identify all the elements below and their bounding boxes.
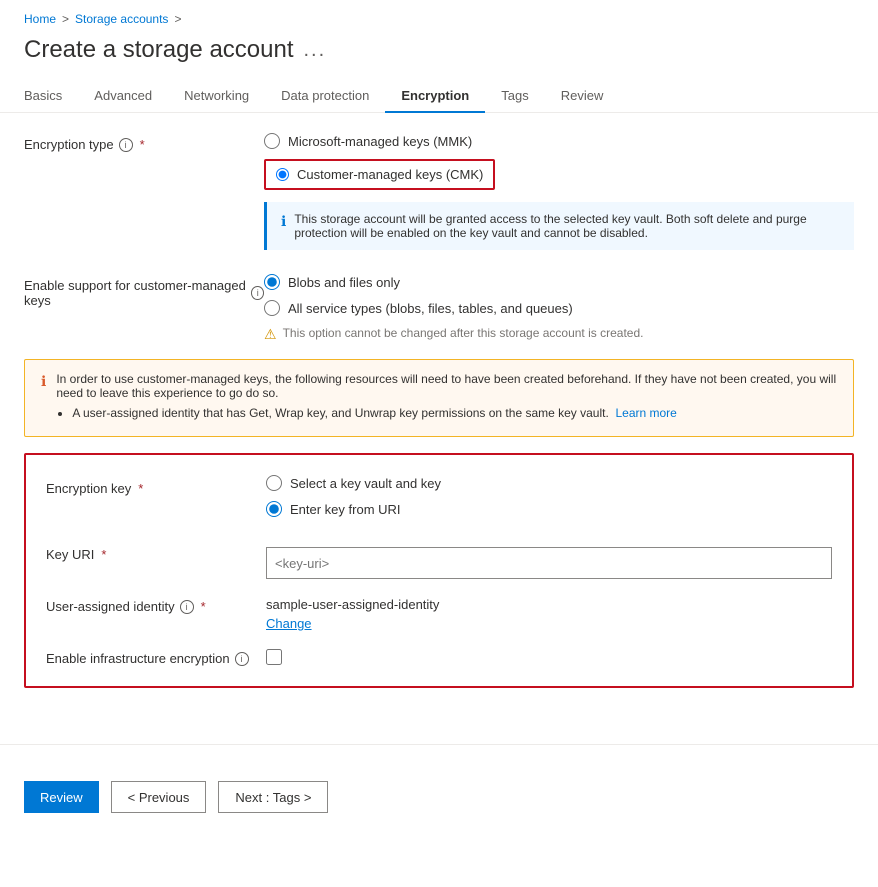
tab-networking[interactable]: Networking (168, 80, 265, 113)
select-vault-radio[interactable] (266, 475, 282, 491)
encryption-type-label: Encryption type i * (24, 133, 264, 152)
cmk-support-info-icon[interactable]: i (251, 286, 264, 300)
tabs-bar: Basics Advanced Networking Data protecti… (0, 80, 878, 113)
breadcrumb: Home > Storage accounts > (0, 0, 878, 32)
key-uri-input[interactable] (266, 547, 832, 579)
cmk-support-row: Enable support for customer-managed keys… (24, 274, 854, 343)
blobs-files-label[interactable]: Blobs and files only (288, 275, 400, 290)
encryption-type-controls: Microsoft-managed keys (MMK) Customer-ma… (264, 133, 854, 258)
cmk-label[interactable]: Customer-managed keys (CMK) (297, 167, 483, 182)
page-title-dots: ... (304, 39, 327, 62)
encryption-key-controls: Select a key vault and key Enter key fro… (266, 475, 832, 527)
cmk-support-label: Enable support for customer-managed keys… (24, 274, 264, 308)
cmk-support-controls: Blobs and files only All service types (… (264, 274, 854, 343)
encryption-type-row: Encryption type i * Microsoft-managed ke… (24, 133, 854, 258)
enter-uri-label[interactable]: Enter key from URI (290, 502, 401, 517)
select-vault-option[interactable]: Select a key vault and key (266, 475, 832, 491)
tab-data-protection[interactable]: Data protection (265, 80, 385, 113)
page-title: Create a storage account ... (0, 32, 878, 80)
mmk-label[interactable]: Microsoft-managed keys (MMK) (288, 134, 472, 149)
warning-text: ⚠ This option cannot be changed after th… (264, 326, 854, 343)
footer-divider (0, 744, 878, 745)
breadcrumb-home[interactable]: Home (24, 12, 56, 26)
user-identity-controls: sample-user-assigned-identity Change (266, 593, 832, 631)
prereq-bullet: A user-assigned identity that has Get, W… (72, 406, 837, 420)
mmk-radio[interactable] (264, 133, 280, 149)
breadcrumb-sep1: > (62, 12, 69, 26)
tab-tags[interactable]: Tags (485, 80, 544, 113)
key-uri-controls (266, 541, 832, 579)
user-identity-row: User-assigned identity i * sample-user-a… (46, 593, 832, 631)
tab-review[interactable]: Review (545, 80, 620, 113)
encryption-key-label: Encryption key * (46, 475, 266, 496)
enter-uri-radio[interactable] (266, 501, 282, 517)
main-content: Encryption type i * Microsoft-managed ke… (0, 113, 878, 724)
change-identity-link[interactable]: Change (266, 616, 832, 631)
next-button[interactable]: Next : Tags > (218, 781, 328, 813)
learn-more-link[interactable]: Learn more (615, 406, 676, 420)
breadcrumb-sep2: > (174, 12, 181, 26)
breadcrumb-storage-accounts[interactable]: Storage accounts (75, 12, 168, 26)
footer: Review < Previous Next : Tags > (0, 765, 878, 829)
infra-encryption-row: Enable infrastructure encryption i (46, 645, 832, 666)
warning-icon: ⚠ (264, 326, 277, 343)
previous-button[interactable]: < Previous (111, 781, 207, 813)
key-uri-label: Key URI * (46, 541, 266, 562)
enter-uri-option[interactable]: Enter key from URI (266, 501, 832, 517)
user-identity-value: sample-user-assigned-identity (266, 597, 832, 612)
tab-encryption[interactable]: Encryption (385, 80, 485, 113)
infra-encryption-controls (266, 645, 832, 665)
encryption-key-row: Encryption key * Select a key vault and … (46, 475, 832, 527)
infra-encryption-checkbox[interactable] (266, 649, 282, 665)
infra-encryption-label: Enable infrastructure encryption i (46, 645, 266, 666)
user-identity-info-icon[interactable]: i (180, 600, 194, 614)
cmk-info-box: ℹ This storage account will be granted a… (264, 202, 854, 250)
prereq-icon: ℹ (41, 373, 46, 424)
all-services-label[interactable]: All service types (blobs, files, tables,… (288, 301, 573, 316)
infra-encryption-info-icon[interactable]: i (235, 652, 249, 666)
encryption-type-info-icon[interactable]: i (119, 138, 133, 152)
key-uri-row: Key URI * (46, 541, 832, 579)
infra-encryption-checkbox-row (266, 649, 832, 665)
review-button[interactable]: Review (24, 781, 99, 813)
cmk-info-icon: ℹ (281, 213, 286, 240)
mmk-option[interactable]: Microsoft-managed keys (MMK) (264, 133, 854, 149)
all-services-radio[interactable] (264, 300, 280, 316)
cmk-border-box: Customer-managed keys (CMK) (264, 159, 495, 190)
cmk-radio[interactable] (276, 168, 289, 181)
blobs-files-radio[interactable] (264, 274, 280, 290)
tab-basics[interactable]: Basics (24, 80, 78, 113)
user-identity-label: User-assigned identity i * (46, 593, 266, 614)
tab-advanced[interactable]: Advanced (78, 80, 168, 113)
select-vault-label[interactable]: Select a key vault and key (290, 476, 441, 491)
encryption-key-section: Encryption key * Select a key vault and … (24, 453, 854, 688)
prereq-box: ℹ In order to use customer-managed keys,… (24, 359, 854, 437)
all-services-option[interactable]: All service types (blobs, files, tables,… (264, 300, 854, 316)
prereq-content: In order to use customer-managed keys, t… (56, 372, 837, 424)
blobs-files-option[interactable]: Blobs and files only (264, 274, 854, 290)
